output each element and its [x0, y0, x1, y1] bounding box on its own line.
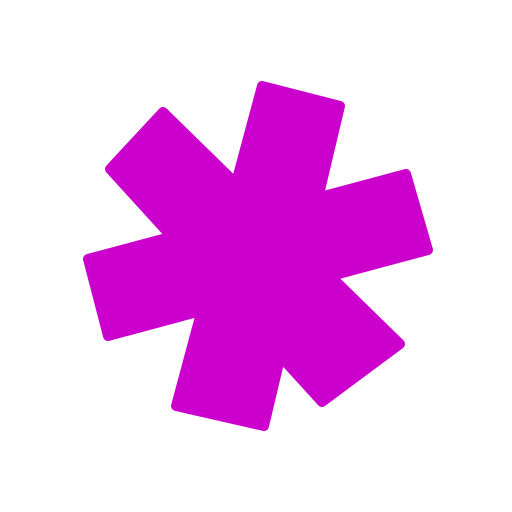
- icon-canvas: [0, 0, 512, 512]
- asterisk-center: [188, 191, 322, 325]
- asterisk-icon: [83, 81, 433, 431]
- asterisk-shape: [83, 81, 433, 431]
